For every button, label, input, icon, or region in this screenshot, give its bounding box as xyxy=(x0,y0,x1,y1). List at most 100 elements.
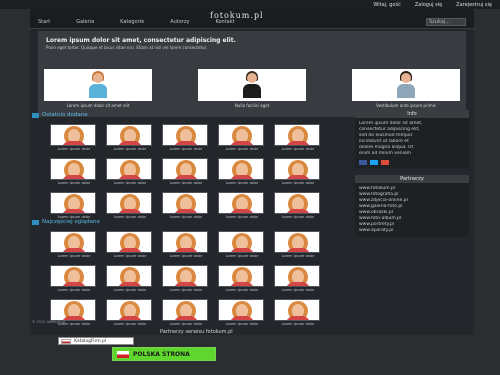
photo-image[interactable] xyxy=(50,158,96,180)
photo-thumbnail[interactable]: Lorem ipsum dolor xyxy=(50,265,98,296)
login-link[interactable]: Zaloguj się xyxy=(415,2,442,8)
photo-image[interactable] xyxy=(50,299,96,321)
photo-thumbnail[interactable]: Lorem ipsum dolor xyxy=(162,299,210,330)
photo-image[interactable] xyxy=(162,231,208,253)
photo-thumbnail[interactable]: Lorem ipsum dolor xyxy=(218,231,266,262)
main-nav: Start Galeria Kategorie Autorzy Kontakt xyxy=(38,19,235,25)
photo-thumbnail[interactable]: Lorem ipsum dolor xyxy=(274,231,322,262)
photo-grid-popular: Lorem ipsum dolor Lorem ipsum dolor Lorem … xyxy=(50,231,322,330)
person-icon xyxy=(243,71,261,99)
promo-image[interactable] xyxy=(352,69,460,101)
photo-thumbnail[interactable]: Lorem ipsum dolor xyxy=(162,231,210,262)
photo-thumbnail[interactable]: Lorem ipsum dolor xyxy=(218,265,266,296)
nav-item-authors[interactable]: Autorzy xyxy=(170,19,189,25)
partner-link[interactable]: www.aparaty.pl xyxy=(359,228,465,234)
photo-image[interactable] xyxy=(274,265,320,287)
photo-thumbnail[interactable]: Lorem ipsum dolor xyxy=(274,265,322,296)
photo-caption: Lorem ipsum dolor xyxy=(57,254,91,258)
promo-card[interactable]: Nulla facilisi eget xyxy=(198,69,306,117)
photo-thumbnail[interactable]: Lorem ipsum dolor xyxy=(106,231,154,262)
photo-image[interactable] xyxy=(162,192,208,214)
photo-thumbnail[interactable]: Lorem ipsum dolor xyxy=(106,192,154,223)
photo-image[interactable] xyxy=(50,265,96,287)
photo-image[interactable] xyxy=(218,299,264,321)
nav-item-gallery[interactable]: Galeria xyxy=(76,19,94,25)
sidebar-partners-title: Partnerzy xyxy=(355,175,469,183)
katalog-badge[interactable]: KatalogFirm.pl xyxy=(58,337,134,345)
photo-image[interactable] xyxy=(274,192,320,214)
photo-thumbnail[interactable]: Lorem ipsum dolor xyxy=(162,192,210,223)
photo-image[interactable] xyxy=(274,124,320,146)
photo-image[interactable] xyxy=(162,158,208,180)
photo-image[interactable] xyxy=(106,299,152,321)
photo-thumbnail[interactable]: Lorem ipsum dolor xyxy=(274,299,322,330)
greeting-link[interactable]: Witaj, gość xyxy=(373,2,400,8)
photo-thumbnail[interactable]: Lorem ipsum dolor xyxy=(274,124,322,155)
photo-grid-recent: Lorem ipsum dolor Lorem ipsum dolor Lorem … xyxy=(50,124,322,223)
photo-image[interactable] xyxy=(106,231,152,253)
nav-item-contact[interactable]: Kontakt xyxy=(215,19,234,25)
photo-thumbnail[interactable]: Lorem ipsum dolor xyxy=(218,124,266,155)
promo-image[interactable] xyxy=(44,69,152,101)
promo-image[interactable] xyxy=(198,69,306,101)
polska-strona-badge-label: POLSKA STRONA xyxy=(133,350,190,358)
photo-image[interactable] xyxy=(274,299,320,321)
hero-title: Lorem ipsum dolor sit amet, consectetur … xyxy=(46,37,236,44)
photo-thumbnail[interactable]: Lorem ipsum dolor xyxy=(274,158,322,189)
promo-card[interactable]: Lorem ipsum dolor sit amet elit xyxy=(44,69,152,117)
photo-caption: Lorem ipsum dolor xyxy=(169,181,203,185)
section-title-popular: Najczęściej oglądane xyxy=(32,219,100,225)
photo-image[interactable] xyxy=(50,231,96,253)
photo-thumbnail[interactable]: Lorem ipsum dolor xyxy=(106,265,154,296)
photo-thumbnail[interactable]: Lorem ipsum dolor xyxy=(218,158,266,189)
photo-caption: Lorem ipsum dolor xyxy=(113,254,147,258)
photo-thumbnail[interactable]: Lorem ipsum dolor xyxy=(162,265,210,296)
section-icon xyxy=(32,219,39,225)
photo-image[interactable] xyxy=(218,231,264,253)
photo-image[interactable] xyxy=(218,192,264,214)
photo-thumbnail[interactable]: Lorem ipsum dolor xyxy=(50,299,98,330)
photo-image[interactable] xyxy=(162,265,208,287)
photo-thumbnail[interactable]: Lorem ipsum dolor xyxy=(106,299,154,330)
photo-image[interactable] xyxy=(274,231,320,253)
photo-image[interactable] xyxy=(218,124,264,146)
twitter-icon[interactable] xyxy=(370,160,378,165)
photo-image[interactable] xyxy=(218,265,264,287)
photo-image[interactable] xyxy=(106,192,152,214)
photo-thumbnail[interactable]: Lorem ipsum dolor xyxy=(162,124,210,155)
katalog-badge-label: KatalogFirm.pl xyxy=(74,338,107,344)
photo-thumbnail[interactable]: Lorem ipsum dolor xyxy=(50,158,98,189)
photo-thumbnail[interactable]: Lorem ipsum dolor xyxy=(162,158,210,189)
register-link[interactable]: Zarejestruj się xyxy=(456,2,492,8)
photo-caption: Lorem ipsum dolor xyxy=(169,147,203,151)
photo-thumbnail[interactable]: Lorem ipsum dolor xyxy=(106,158,154,189)
photo-image[interactable] xyxy=(162,299,208,321)
copyright-text: © 2012 fotokum.pl xyxy=(32,320,66,324)
page-frame: fotokum.pl Start Galeria Kategorie Autor… xyxy=(30,9,474,335)
photo-image[interactable] xyxy=(162,124,208,146)
photo-image[interactable] xyxy=(50,192,96,214)
polish-flag-icon xyxy=(61,338,71,344)
polska-strona-badge[interactable]: POLSKA STRONA xyxy=(112,347,216,361)
photo-caption: Lorem ipsum dolor xyxy=(281,254,315,258)
header-navbar: fotokum.pl Start Galeria Kategorie Autor… xyxy=(30,9,474,29)
photo-image[interactable] xyxy=(106,158,152,180)
photo-image[interactable] xyxy=(106,124,152,146)
google-plus-icon[interactable] xyxy=(381,160,389,165)
photo-thumbnail[interactable]: Lorem ipsum dolor xyxy=(274,192,322,223)
photo-thumbnail[interactable]: Lorem ipsum dolor xyxy=(50,231,98,262)
photo-image[interactable] xyxy=(218,158,264,180)
photo-thumbnail[interactable]: Lorem ipsum dolor xyxy=(50,124,98,155)
photo-thumbnail[interactable]: Lorem ipsum dolor xyxy=(106,124,154,155)
photo-caption: Lorem ipsum dolor xyxy=(169,288,203,292)
photo-image[interactable] xyxy=(50,124,96,146)
facebook-icon[interactable] xyxy=(359,160,367,165)
photo-thumbnail[interactable]: Lorem ipsum dolor xyxy=(218,299,266,330)
nav-item-start[interactable]: Start xyxy=(38,19,50,25)
photo-image[interactable] xyxy=(274,158,320,180)
photo-thumbnail[interactable]: Lorem ipsum dolor xyxy=(218,192,266,223)
photo-image[interactable] xyxy=(106,265,152,287)
top-utility-bar: Witaj, gość Zaloguj się Zarejestruj się xyxy=(0,0,500,9)
nav-item-categories[interactable]: Kategorie xyxy=(120,19,144,25)
search-input[interactable]: Szukaj... xyxy=(426,18,466,26)
